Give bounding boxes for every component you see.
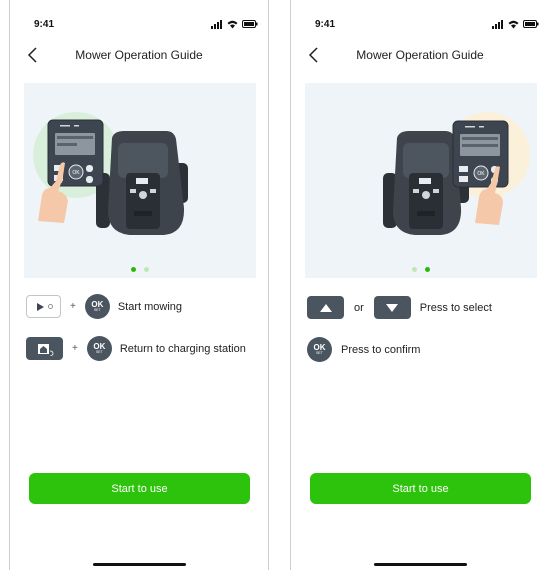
home-button-graphic	[26, 337, 63, 360]
status-time: 9:41	[315, 19, 336, 30]
svg-text:OK: OK	[72, 170, 80, 176]
play-button-graphic	[26, 295, 61, 318]
home-indicator[interactable]	[93, 563, 186, 566]
triangle-down-icon	[386, 303, 399, 312]
triangle-up-icon	[319, 303, 332, 312]
press-to-confirm-label: Press to confirm	[341, 343, 421, 356]
up-button-graphic	[307, 296, 344, 319]
page-indicator[interactable]	[24, 267, 256, 272]
status-icons	[211, 18, 258, 30]
start-to-use-button[interactable]: Start to use	[29, 473, 250, 504]
signal-icon	[211, 19, 222, 29]
guide-screen-1: 9:41 Mower Operation Guide OK + OK SET S…	[9, 0, 269, 570]
guide-screen-2: 9:41 Mower Operation Guide OK or Press t…	[290, 0, 539, 570]
start-to-use-button[interactable]: Start to use	[310, 473, 531, 504]
guide-illustration[interactable]: OK	[24, 83, 256, 278]
status-icons	[492, 18, 539, 30]
press-to-select-label: Press to select	[419, 301, 492, 314]
small-circle-icon	[47, 304, 53, 309]
down-button-graphic	[373, 296, 411, 319]
confirm-row: OK SET Press to confirm	[307, 337, 539, 362]
home-icon	[37, 343, 53, 356]
mower-keypad-illustration: OK	[33, 112, 188, 235]
signal-icon	[492, 19, 503, 29]
page-indicator[interactable]	[305, 267, 537, 272]
wifi-icon	[508, 20, 519, 28]
ok-button-graphic: OK SET	[84, 294, 110, 319]
status-time: 9:41	[34, 19, 55, 30]
ok-button-graphic: OK SET	[86, 336, 112, 361]
set-label: SET	[316, 350, 323, 355]
page-dot-1[interactable]	[412, 267, 417, 272]
page-dot-2[interactable]	[144, 267, 149, 272]
battery-icon	[523, 20, 539, 28]
ok-button-graphic: OK SET	[307, 337, 332, 362]
plus-sign: +	[72, 343, 78, 354]
mower-keypad-illustration: OK	[383, 112, 530, 235]
battery-icon	[242, 20, 258, 28]
start-mowing-row: + OK SET Start mowing	[26, 294, 260, 319]
home-indicator[interactable]	[374, 563, 467, 566]
page-title: Mower Operation Guide	[356, 48, 484, 62]
set-label: SET	[93, 307, 101, 312]
start-mowing-label: Start mowing	[117, 300, 183, 313]
svg-text:OK: OK	[477, 171, 485, 177]
guide-illustration[interactable]: OK	[305, 83, 537, 278]
set-label: SET	[95, 349, 103, 354]
page-dot-2[interactable]	[425, 267, 430, 272]
page-title: Mower Operation Guide	[75, 48, 203, 62]
wifi-icon	[227, 20, 238, 28]
return-station-row: + OK SET Return to charging station	[26, 336, 260, 361]
select-row: or Press to select	[307, 296, 539, 319]
or-text: or	[354, 301, 364, 314]
return-station-label: Return to charging station	[119, 342, 246, 355]
play-icon	[36, 302, 44, 311]
plus-sign: +	[70, 301, 76, 312]
page-dot-1[interactable]	[131, 267, 136, 272]
